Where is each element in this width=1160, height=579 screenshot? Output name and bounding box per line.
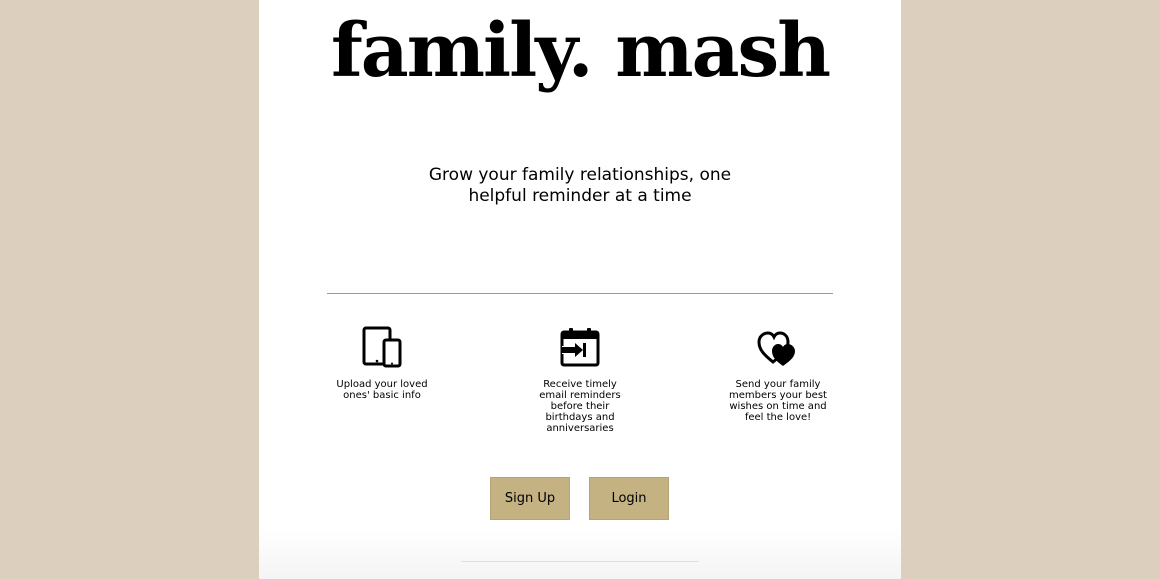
calendar-reminder-icon (530, 323, 630, 371)
feature-reminders: Receive timely email reminders before th… (530, 323, 630, 434)
devices-icon (332, 323, 432, 371)
footer-divider (461, 561, 699, 562)
feature-upload: Upload your loved ones' basic info (332, 323, 432, 401)
feature-wishes: Send your family members your best wishe… (728, 323, 828, 423)
main-panel: family. mash Grow your family relationsh… (259, 0, 901, 579)
signup-button[interactable]: Sign Up (490, 477, 570, 520)
feature-reminders-text: Receive timely email reminders before th… (539, 379, 621, 434)
divider (327, 293, 833, 294)
hearts-icon (728, 323, 828, 371)
site-logo: family. mash (330, 8, 831, 94)
tagline: Grow your family relationships, one help… (428, 165, 732, 206)
feature-upload-text: Upload your loved ones' basic info (336, 379, 428, 401)
feature-wishes-text: Send your family members your best wishe… (729, 379, 827, 423)
footer-fade (259, 530, 901, 579)
login-button[interactable]: Login (589, 477, 669, 520)
